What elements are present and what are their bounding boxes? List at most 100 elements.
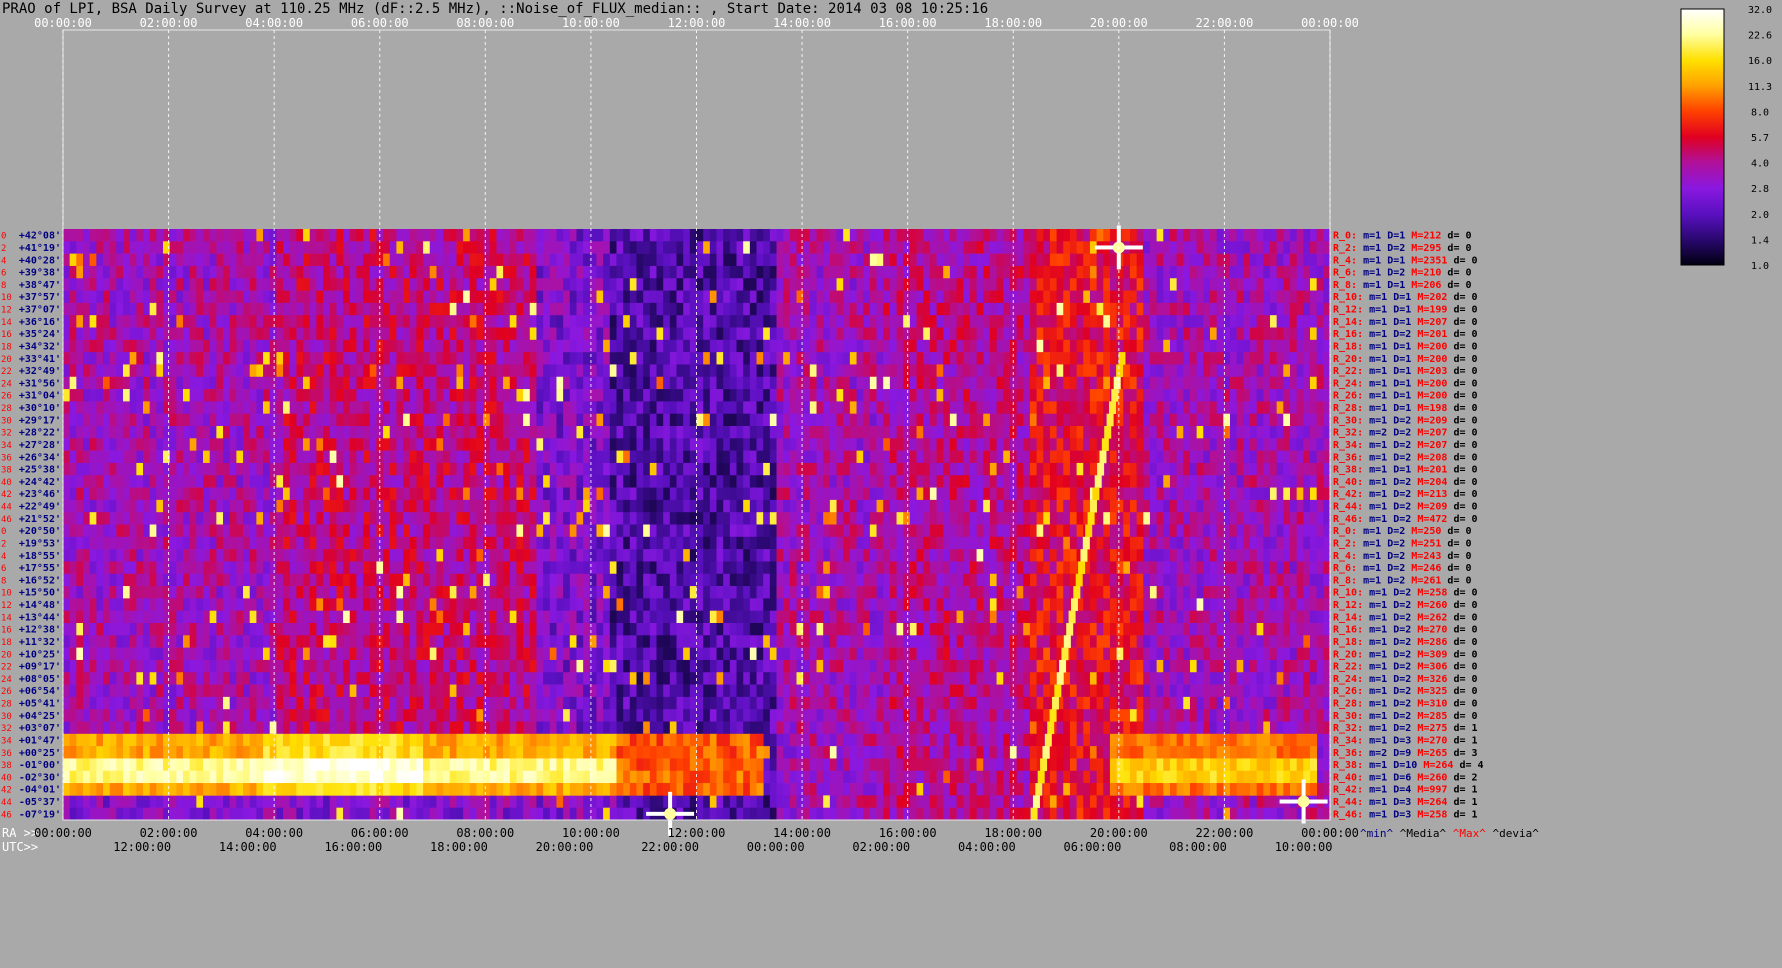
heatmap-cell (1163, 265, 1171, 279)
heatmap-cell (269, 229, 277, 242)
heatmap-cell (149, 487, 157, 501)
heatmap-cell (1236, 426, 1244, 439)
heatmap-cell (203, 536, 211, 550)
heatmap-cell (1263, 512, 1271, 525)
heatmap-cell (1276, 438, 1284, 451)
heatmap-cell (1183, 536, 1191, 550)
heatmap-cell (969, 327, 977, 341)
heatmap-cell (1123, 450, 1131, 464)
heatmap-cell (803, 376, 811, 390)
heatmap-cell (1303, 352, 1311, 365)
heatmap-cell (823, 265, 831, 279)
heatmap-cell (556, 438, 564, 451)
heatmap-cell (643, 389, 651, 402)
heatmap-cell (949, 327, 957, 341)
heatmap-cell (1303, 512, 1311, 525)
heatmap-cell (103, 426, 111, 439)
heatmap-cell (223, 229, 231, 242)
heatmap-cell (289, 389, 297, 402)
heatmap-cell (1029, 302, 1037, 316)
heatmap-cell (289, 426, 297, 439)
heatmap-cell (563, 413, 571, 427)
heatmap-cell (956, 413, 964, 427)
heatmap-cell (623, 278, 631, 291)
heatmap-cell (909, 376, 917, 390)
heatmap-cell (1256, 487, 1264, 501)
heatmap-cell (263, 450, 271, 464)
heatmap-cell (769, 536, 777, 550)
heatmap-cell (976, 438, 984, 451)
heatmap-cell (816, 462, 824, 476)
heatmap-cell (1269, 229, 1278, 242)
heatmap-cell (763, 438, 771, 451)
heatmap-cell (916, 376, 924, 390)
heatmap-cell (629, 536, 637, 550)
heatmap-cell (496, 413, 504, 427)
heatmap-cell (923, 229, 931, 242)
heatmap-cell (669, 302, 677, 316)
heatmap-cell (156, 438, 164, 451)
heatmap-cell (636, 315, 644, 328)
heatmap-cell (1056, 302, 1064, 316)
heatmap-cell (1216, 315, 1224, 328)
heatmap-cell (936, 512, 944, 525)
heatmap-cell (1303, 499, 1311, 513)
heatmap-cell (1236, 290, 1244, 304)
heatmap-cell (1269, 536, 1278, 550)
heatmap-cell (509, 462, 517, 476)
heatmap-cell (1096, 290, 1104, 304)
heatmap-cell (576, 426, 584, 439)
heatmap-cell (409, 241, 417, 254)
heatmap-cell (269, 352, 277, 365)
heatmap-cell (449, 426, 457, 439)
heatmap-cell (69, 364, 77, 378)
heatmap-cell (203, 241, 211, 254)
heatmap-cell (109, 462, 117, 476)
heatmap-cell (176, 487, 184, 501)
heatmap-cell (149, 376, 157, 390)
heatmap-cell (889, 339, 897, 353)
heatmap-cell (96, 352, 104, 365)
heatmap-cell (1189, 302, 1198, 316)
heatmap-cell (703, 413, 711, 427)
heatmap-cell (263, 413, 271, 427)
heatmap-cell (996, 438, 1004, 451)
heatmap-cell (503, 376, 511, 390)
heatmap-cell (316, 352, 324, 365)
heatmap-cell (1216, 450, 1224, 464)
heatmap-cell (1056, 499, 1064, 513)
heatmap-cell (436, 450, 444, 464)
heatmap-cell (129, 278, 137, 291)
heatmap-cell (169, 376, 177, 390)
heatmap-cell (756, 278, 764, 291)
heatmap-cell (1189, 352, 1198, 365)
heatmap-cell (203, 549, 211, 562)
heatmap-cell (476, 389, 484, 402)
heatmap-cell (1323, 524, 1331, 538)
heatmap-cell (1143, 475, 1151, 488)
heatmap-cell (76, 438, 84, 451)
heatmap-cell (1176, 253, 1184, 267)
heatmap-cell (1256, 450, 1264, 464)
heatmap-cell (1309, 290, 1318, 304)
heatmap-cell (369, 327, 377, 341)
heatmap-cell (1216, 364, 1224, 378)
heatmap-cell (863, 462, 871, 476)
heatmap-cell (563, 376, 571, 390)
heatmap-cell (943, 450, 951, 464)
heatmap-cell (356, 376, 364, 390)
heatmap-cell (856, 302, 864, 316)
heatmap-cell (1003, 413, 1011, 427)
heatmap-cell (843, 536, 851, 550)
heatmap-cell (469, 352, 477, 365)
heatmap-cell (763, 512, 771, 525)
heatmap-cell (549, 290, 557, 304)
heatmap-cell (1236, 302, 1244, 316)
heatmap-cell (789, 413, 797, 427)
heatmap-cell (363, 499, 371, 513)
heatmap-cell (709, 524, 717, 538)
heatmap-cell (416, 229, 424, 242)
heatmap-cell (1129, 253, 1138, 267)
heatmap-cell (369, 278, 377, 291)
heatmap-cell (1296, 315, 1304, 328)
